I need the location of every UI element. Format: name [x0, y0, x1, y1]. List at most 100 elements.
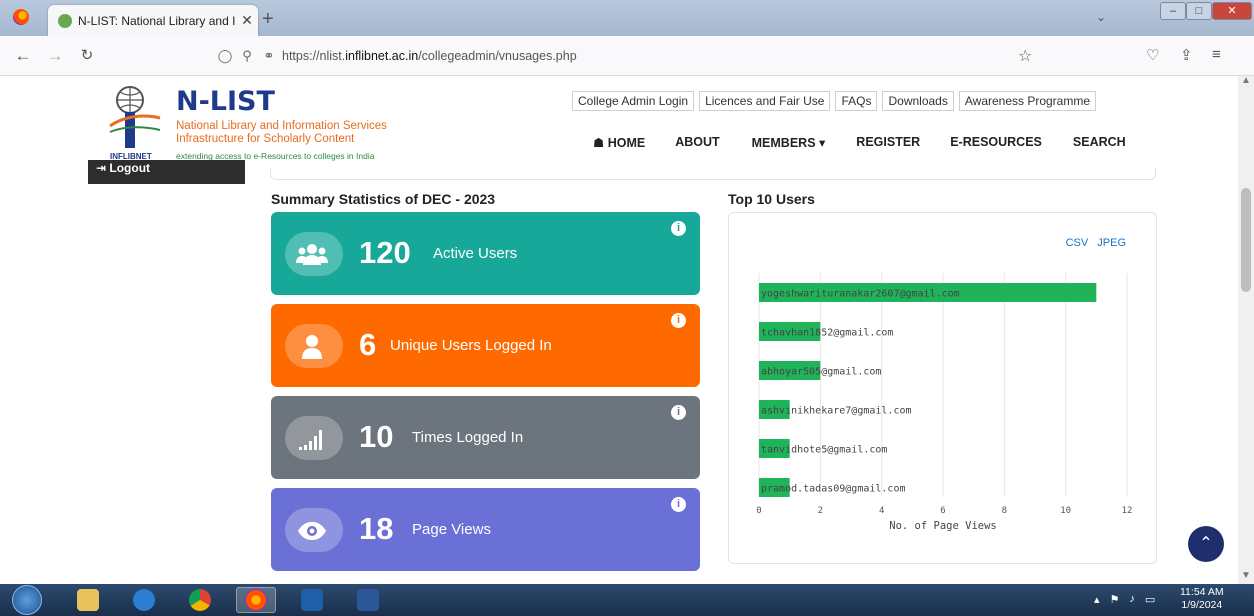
nav-about[interactable]: ABOUT: [675, 135, 719, 150]
bar-category-label: ashvinikhekare7@gmail.com: [761, 406, 912, 417]
windows-start-button[interactable]: [12, 585, 42, 615]
taskbar-chrome[interactable]: [180, 587, 220, 613]
caret-down-icon: ▾: [815, 136, 826, 150]
network-icon[interactable]: ▭: [1145, 593, 1155, 606]
page-views-value: 18: [359, 511, 394, 546]
info-icon[interactable]: i: [671, 313, 686, 328]
logout-label: Logout: [109, 161, 151, 175]
nlist-logo[interactable]: INFLIBNET N-LIST National Library and In…: [108, 82, 438, 162]
logout-button[interactable]: ⇥ Logout: [88, 160, 245, 184]
scrollbar-thumb[interactable]: [1241, 188, 1251, 292]
signal-icon: [299, 430, 322, 450]
forward-arrow-icon[interactable]: →: [44, 46, 66, 66]
bookmark-star-icon[interactable]: ☆: [1018, 46, 1032, 66]
hamburger-menu-icon[interactable]: ≡: [1212, 46, 1221, 63]
x-tick-label: 10: [1060, 506, 1071, 516]
address-bar[interactable]: ◯ ⚲ ⚭ https://nlist. inflibnet.ac.in/coll…: [216, 41, 1052, 71]
top-users-chart-panel: CSV JPEG 0 2 4 6 8 10 12 yogeshwarituranakar260…: [728, 212, 1157, 564]
firefox-icon: [245, 589, 267, 611]
action-center-flag-icon[interactable]: ⚑: [1110, 593, 1120, 606]
nav-members[interactable]: MEMBERS ▾: [752, 135, 826, 150]
times-logged-in-value: 10: [359, 419, 394, 454]
top-links: College Admin Login Licences and Fair Us…: [572, 91, 1097, 111]
nav-home[interactable]: ☗ HOME: [593, 135, 645, 150]
clock-time: 11:54 AM: [1180, 586, 1224, 598]
active-users-value: 120: [359, 235, 411, 270]
top-users-title: Top 10 Users: [728, 191, 815, 207]
bar-category-label: tchavhan1852@gmail.com: [761, 328, 893, 339]
nav-eresources[interactable]: E-RESOURCES: [950, 135, 1042, 150]
college-admin-login-link[interactable]: College Admin Login: [572, 91, 695, 111]
url-prefix: https://nlist.: [282, 49, 346, 63]
scroll-to-top-button[interactable]: ⌃: [1188, 526, 1224, 562]
firefox-menu-icon[interactable]: [13, 9, 29, 25]
nav-members-label: MEMBERS: [751, 136, 816, 150]
x-tick-label: 8: [1002, 506, 1007, 516]
nav-search[interactable]: SEARCH: [1073, 135, 1126, 150]
window-close-button[interactable]: ✕: [1212, 2, 1252, 20]
shield-icon[interactable]: ◯: [216, 48, 234, 64]
taskbar-explorer[interactable]: [68, 587, 108, 613]
site-favicon-icon: [58, 13, 72, 28]
tab-title: N-LIST: National Library and Inf: [78, 13, 236, 28]
close-tab-icon[interactable]: ✕: [236, 12, 258, 29]
times-logged-in-card: 10 Times Logged In i: [271, 396, 700, 479]
internet-explorer-icon: [133, 589, 155, 611]
page-views-label: Page Views: [412, 521, 491, 538]
active-users-label: Active Users: [433, 245, 518, 262]
url-host: inflibnet.ac.in: [345, 49, 419, 63]
info-icon[interactable]: i: [671, 497, 686, 512]
user-icon: [302, 335, 322, 359]
system-tray: ▴ ⚑ ♪ ▭: [1094, 593, 1155, 606]
downloads-link[interactable]: Downloads: [882, 91, 954, 111]
nav-register[interactable]: REGISTER: [856, 135, 920, 150]
page-scrollbar[interactable]: ▲ ▼: [1238, 75, 1254, 584]
info-icon[interactable]: i: [671, 405, 686, 420]
folder-icon: [77, 589, 99, 611]
new-tab-button[interactable]: +: [262, 8, 274, 31]
pocket-icon[interactable]: ♡: [1146, 46, 1159, 64]
info-icon[interactable]: i: [671, 221, 686, 236]
x-tick-label: 6: [940, 506, 945, 516]
window-minimize-button[interactable]: –: [1160, 2, 1186, 20]
logo-line-2: Infrastructure for Scholarly Content: [176, 133, 355, 145]
faqs-link[interactable]: FAQs: [835, 91, 878, 111]
browser-tab[interactable]: N-LIST: National Library and Inf ✕: [48, 5, 258, 36]
browser-tab-bar: N-LIST: National Library and Inf ✕ + ⌄ –…: [0, 0, 1254, 36]
back-arrow-icon[interactable]: ←: [12, 46, 34, 66]
home-icon: ☗: [593, 136, 608, 150]
eye-icon: [298, 522, 326, 540]
share-icon[interactable]: ⇪: [1180, 46, 1193, 64]
word-icon: [357, 589, 379, 611]
bar-category-label: tanvidhote5@gmail.com: [761, 445, 887, 456]
awareness-programme-link[interactable]: Awareness Programme: [958, 91, 1097, 111]
list-tabs-chevron-icon[interactable]: ⌄: [1096, 10, 1106, 24]
windows-taskbar: ▴ ⚑ ♪ ▭ 11:54 AM 1/9/2024: [0, 584, 1254, 616]
x-tick-label: 0: [756, 506, 761, 516]
taskbar-firefox[interactable]: [236, 587, 276, 613]
lock-icon[interactable]: ⚲: [238, 48, 256, 64]
media-player-icon: [301, 589, 323, 611]
taskbar-ie[interactable]: [124, 587, 164, 613]
header-panel-border: [270, 168, 1156, 180]
scroll-down-icon[interactable]: ▼: [1241, 570, 1251, 581]
permissions-icon[interactable]: ⚭: [260, 48, 278, 64]
times-logged-in-label: Times Logged In: [412, 429, 524, 446]
x-tick-label: 4: [879, 506, 884, 516]
tray-expand-icon[interactable]: ▴: [1094, 593, 1100, 606]
inflibnet-emblem-icon: [109, 86, 161, 148]
taskbar-word[interactable]: [348, 587, 388, 613]
system-clock[interactable]: 11:54 AM 1/9/2024: [1180, 586, 1224, 612]
window-maximize-button[interactable]: □: [1186, 2, 1212, 20]
licences-link[interactable]: Licences and Fair Use: [699, 91, 831, 111]
url-path: /collegeadmin/vnusages.php: [418, 49, 577, 63]
volume-muted-icon[interactable]: ♪: [1129, 593, 1135, 606]
scroll-up-icon[interactable]: ▲: [1241, 75, 1251, 86]
bar-category-label: abhoyar505@gmail.com: [761, 367, 881, 378]
bar-category-label: yogeshwarituranakar2607@gmail.com: [761, 289, 960, 300]
x-tick-label: 12: [1122, 506, 1133, 516]
reload-icon[interactable]: ↻: [76, 46, 98, 64]
page-content: INFLIBNET N-LIST National Library and In…: [0, 76, 1238, 584]
unique-users-card: 6 Unique Users Logged In i: [271, 304, 700, 387]
taskbar-media[interactable]: [292, 587, 332, 613]
